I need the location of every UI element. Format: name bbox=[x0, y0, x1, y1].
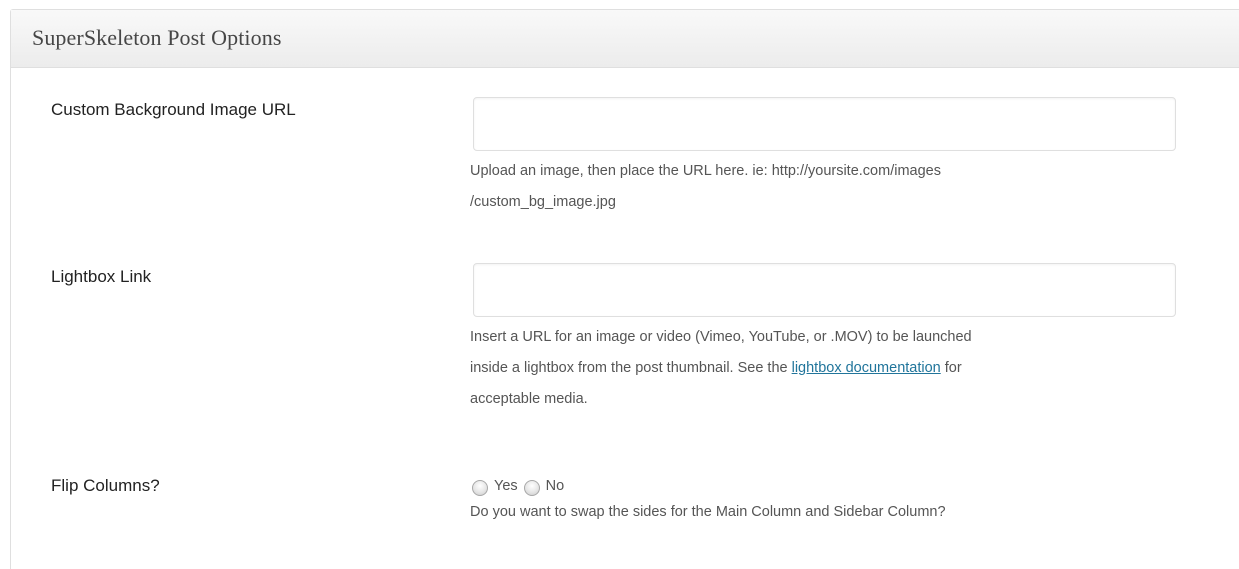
background-image-url-input[interactable] bbox=[473, 97, 1176, 151]
flip-columns-label: Flip Columns? bbox=[51, 476, 160, 495]
lightbox-description-line1: Insert a URL for an image or video (Vime… bbox=[470, 329, 972, 345]
lightbox-description-text-before: inside a lightbox from the post thumbnai… bbox=[470, 360, 792, 376]
background-image-description-line1: Upload an image, then place the URL here… bbox=[470, 163, 941, 179]
lightbox-link-description: Insert a URL for an image or video (Vime… bbox=[470, 322, 1210, 415]
metabox-header[interactable]: SuperSkeleton Post Options bbox=[11, 10, 1239, 68]
background-image-description: Upload an image, then place the URL here… bbox=[470, 156, 1210, 218]
lightbox-link-input[interactable] bbox=[473, 263, 1176, 317]
background-image-label: Custom Background Image URL bbox=[51, 100, 296, 119]
metabox-title: SuperSkeleton Post Options bbox=[32, 25, 282, 50]
background-image-description-line2: /custom_bg_image.jpg bbox=[470, 194, 616, 210]
lightbox-description-line3: acceptable media. bbox=[470, 391, 588, 407]
post-options-metabox: SuperSkeleton Post Options Custom Backgr… bbox=[10, 9, 1239, 569]
lightbox-documentation-link[interactable]: lightbox documentation bbox=[792, 360, 941, 376]
flip-columns-no-radio[interactable] bbox=[523, 479, 540, 496]
lightbox-description-text-after: for bbox=[940, 360, 962, 376]
lightbox-link-label: Lightbox Link bbox=[51, 267, 152, 286]
flip-columns-no-label[interactable]: No bbox=[546, 478, 565, 494]
flip-columns-description: Do you want to swap the sides for the Ma… bbox=[470, 504, 946, 520]
flip-columns-yes-label[interactable]: Yes bbox=[494, 478, 518, 494]
lightbox-description-line2: inside a lightbox from the post thumbnai… bbox=[470, 353, 1210, 384]
flip-columns-yes-radio[interactable] bbox=[472, 479, 488, 496]
flip-columns-radio-group: Yes No bbox=[472, 474, 570, 498]
